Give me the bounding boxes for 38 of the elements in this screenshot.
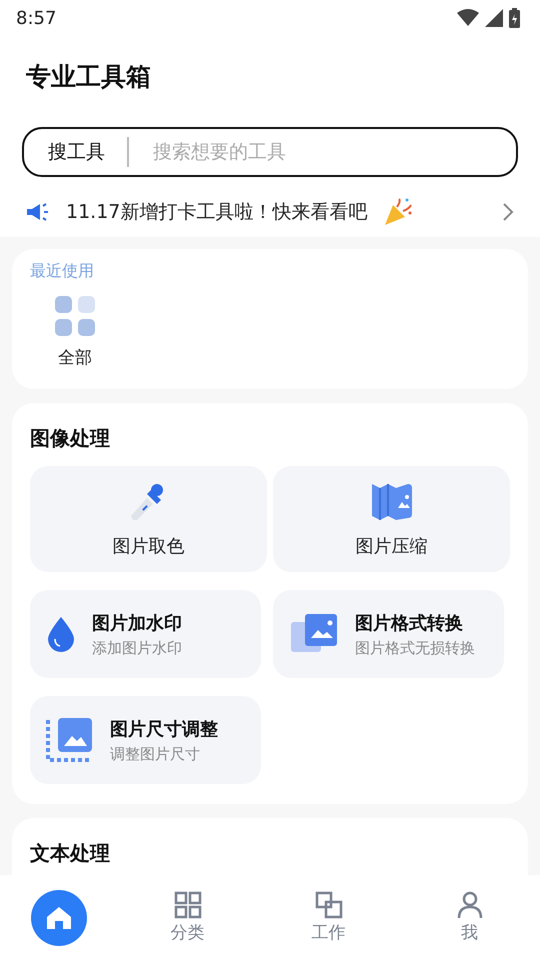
tool-tile[interactable]: 图片压缩: [273, 466, 510, 572]
tool-description: 图片格式无损转换: [355, 638, 475, 658]
notice-text: 11.17新增打卡工具啦！快来看看吧: [66, 200, 368, 225]
page-title: 专业工具箱: [26, 61, 152, 93]
tool-name: 图片格式转换: [355, 612, 464, 634]
nav-tab[interactable]: 分类: [148, 890, 228, 946]
tool-name: 图片加水印: [92, 612, 182, 634]
grid-icon: [55, 296, 95, 336]
tool-card[interactable]: 图片尺寸调整 调整图片尺寸: [30, 696, 261, 784]
water-drop-icon: [46, 615, 76, 653]
grid-icon: [174, 891, 202, 919]
chevron-right-icon: [502, 202, 514, 222]
nav-tab[interactable]: 工作: [288, 890, 368, 946]
party-popper-icon: [383, 197, 414, 227]
tool-description: 添加图片水印: [92, 638, 182, 658]
recent-title: 最近使用: [30, 261, 95, 282]
user-icon: [456, 891, 484, 919]
nav-tab[interactable]: 我: [430, 890, 510, 946]
home-icon: [46, 906, 72, 930]
wifi-icon: [457, 9, 479, 27]
tool-card[interactable]: 图片加水印 添加图片水印: [30, 590, 261, 678]
battery-icon: [509, 8, 520, 28]
tool-name: 图片尺寸调整: [110, 718, 218, 740]
image-resize-icon: [46, 716, 94, 764]
signal-icon: [485, 9, 503, 27]
section-title: 文本处理: [30, 840, 111, 867]
tool-tile[interactable]: 图片取色: [30, 466, 267, 572]
notice-bar[interactable]: 11.17新增打卡工具啦！快来看看吧: [0, 187, 540, 237]
tool-description: 调整图片尺寸: [110, 744, 201, 764]
status-time: 8:57: [16, 8, 56, 28]
section-title: 图像处理: [30, 425, 111, 452]
recent-item[interactable]: 全部: [30, 296, 120, 369]
overlapping-squares-icon: [314, 891, 342, 919]
tool-card[interactable]: 图片格式转换 图片格式无损转换: [273, 590, 504, 678]
search-input[interactable]: 搜索想要的工具: [151, 140, 516, 164]
megaphone-icon: [26, 202, 50, 222]
search-label: 搜工具: [24, 137, 129, 167]
search-field[interactable]: 搜工具 搜索想要的工具: [22, 127, 518, 177]
